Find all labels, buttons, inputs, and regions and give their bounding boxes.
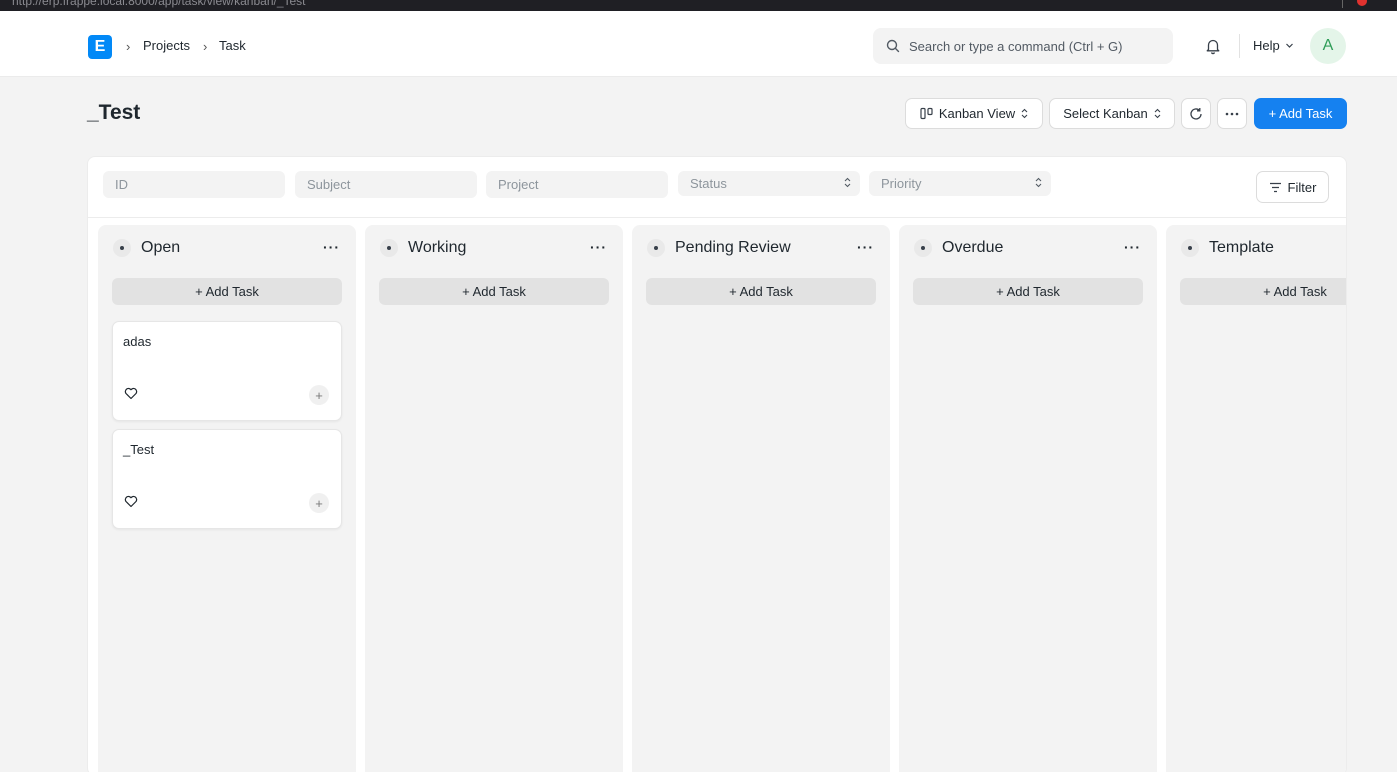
column-menu-button[interactable]: ··· (323, 239, 340, 255)
kanban-view-label: Kanban View (938, 106, 1016, 121)
column-menu-button[interactable]: ··· (590, 239, 607, 255)
select-kanban-label: Select Kanban (1063, 106, 1148, 121)
column-indicator-icon[interactable] (113, 239, 131, 257)
column-menu-button[interactable]: ··· (1124, 239, 1141, 255)
kanban-column-pending-review: Pending Review ··· + Add Task (632, 225, 890, 772)
select-arrows-icon (844, 177, 851, 188)
search-placeholder: Search or type a command (Ctrl + G) (909, 38, 1123, 54)
task-title[interactable]: adas (123, 334, 151, 349)
column-header: Overdue (914, 239, 1003, 257)
add-task-button[interactable]: + Add Task (1254, 98, 1347, 129)
column-indicator-icon[interactable] (380, 239, 398, 257)
bell-icon[interactable] (1204, 37, 1222, 55)
project-filter[interactable]: Project (486, 171, 668, 198)
column-header: Working (380, 239, 466, 257)
refresh-icon (1190, 107, 1202, 120)
page-title: _Test (87, 101, 141, 124)
chevron-down-icon (1285, 43, 1293, 48)
kanban-icon (920, 107, 933, 120)
column-title[interactable]: Working (408, 239, 466, 257)
kanban-column-open: Open ··· + Add Task adas + _Test + (98, 225, 356, 772)
subject-filter[interactable]: Subject (295, 171, 477, 198)
column-indicator-icon[interactable] (914, 239, 932, 257)
task-card[interactable]: _Test + (112, 429, 342, 529)
filter-label: Filter (1287, 179, 1317, 195)
column-add-task-button[interactable]: + Add Task (646, 278, 876, 305)
select-kanban-button[interactable]: Select Kanban (1049, 98, 1175, 129)
filter-icon (1269, 182, 1281, 192)
avatar[interactable]: A (1310, 28, 1346, 64)
kanban-card: ID Subject Project Status Priority Filte… (87, 156, 1347, 772)
column-menu-button[interactable]: ··· (857, 239, 874, 255)
column-header: Pending Review (647, 239, 791, 257)
app-logo[interactable]: E (88, 35, 112, 59)
navbar: E › Projects › Task Search or type a com… (0, 11, 1397, 77)
column-add-task-button[interactable]: + Add Task (379, 278, 609, 305)
kanban-view-button[interactable]: Kanban View (905, 98, 1043, 129)
more-icon (1225, 112, 1239, 115)
browser-url-bar[interactable]: http://erp.frappe.local:8000/app/task/vi… (0, 0, 1397, 11)
url-bar-divider (1342, 0, 1343, 8)
browser-url[interactable]: http://erp.frappe.local:8000/app/task/vi… (12, 0, 306, 8)
navbar-divider (1239, 34, 1240, 58)
task-card[interactable]: adas + (112, 321, 342, 421)
heart-icon[interactable] (124, 495, 138, 508)
help-dropdown[interactable]: Help (1253, 38, 1294, 53)
heart-icon[interactable] (124, 387, 138, 400)
column-add-task-button[interactable]: + Add Task (112, 278, 342, 305)
kanban-column-template: Template ··· + Add Task (1166, 225, 1346, 772)
add-assignee-button[interactable]: + (309, 493, 329, 513)
chevron-right-icon: › (203, 39, 208, 54)
help-label: Help (1253, 38, 1280, 53)
column-title[interactable]: Pending Review (675, 239, 791, 257)
kanban-column-overdue: Overdue ··· + Add Task (899, 225, 1157, 772)
add-assignee-button[interactable]: + (309, 385, 329, 405)
search-icon (886, 39, 900, 53)
column-indicator-icon[interactable] (1181, 239, 1199, 257)
refresh-button[interactable] (1181, 98, 1211, 129)
kanban-column-working: Working ··· + Add Task (365, 225, 623, 772)
column-indicator-icon[interactable] (647, 239, 665, 257)
more-actions-button[interactable] (1217, 98, 1247, 129)
task-title[interactable]: _Test (123, 442, 154, 457)
priority-filter[interactable]: Priority (869, 171, 1051, 196)
search-bar[interactable]: Search or type a command (Ctrl + G) (873, 28, 1173, 64)
status-filter[interactable]: Status (678, 171, 860, 196)
select-arrows-icon (1035, 177, 1042, 188)
select-arrows-icon (1021, 108, 1028, 119)
breadcrumb-task[interactable]: Task (219, 38, 246, 53)
column-title[interactable]: Overdue (942, 239, 1003, 257)
status-filter-label: Status (690, 176, 727, 191)
notification-dot-icon (1357, 0, 1367, 6)
select-arrows-icon (1154, 108, 1161, 119)
column-add-task-button[interactable]: + Add Task (1180, 278, 1346, 305)
filter-bar: ID Subject Project Status Priority Filte… (88, 157, 1346, 218)
column-title[interactable]: Open (141, 239, 180, 257)
column-header: Template (1181, 239, 1274, 257)
column-header: Open (113, 239, 180, 257)
chevron-right-icon: › (126, 39, 131, 54)
column-add-task-button[interactable]: + Add Task (913, 278, 1143, 305)
priority-filter-label: Priority (881, 176, 922, 191)
column-title[interactable]: Template (1209, 239, 1274, 257)
breadcrumb-projects[interactable]: Projects (143, 38, 190, 53)
id-filter[interactable]: ID (103, 171, 285, 198)
filter-button[interactable]: Filter (1256, 171, 1329, 203)
